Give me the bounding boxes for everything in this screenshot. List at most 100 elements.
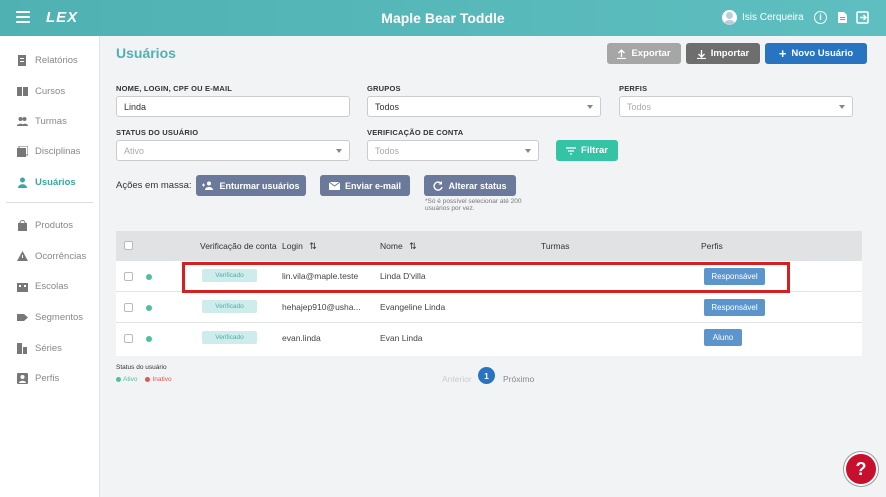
sidebar-item-label: Disciplinas [35,145,81,157]
add-group-icon [202,181,214,190]
groups-label: GRUPOS [367,84,401,93]
status-dot-active [146,336,152,342]
sidebar-item-produtos[interactable]: Produtos [17,218,73,232]
pagination-current-page[interactable]: 1 [478,367,495,384]
send-email-button[interactable]: Enviar e-mail [320,175,410,196]
chevron-down-icon [525,149,531,153]
info-icon[interactable]: i [814,11,827,24]
verification-badge: Verificado [202,331,257,344]
sidebar-item-turmas[interactable]: Turmas [17,114,67,128]
legend-title: Status do usuário [116,364,167,371]
name-cell: Evangeline Linda [380,302,446,312]
row-checkbox[interactable] [124,334,133,343]
select-all-checkbox[interactable] [124,241,133,250]
table-row[interactable]: Verificado hehajep910@usha... Evangeline… [116,292,862,323]
document-icon[interactable] [836,11,849,24]
series-icon [17,342,27,354]
legend-inactive: Inativo [145,376,172,383]
sort-icon[interactable]: ⇅ [309,241,317,251]
header-name[interactable]: Nome ⇅ [380,241,417,252]
sidebar-item-usuarios[interactable]: Usuários [17,175,76,189]
filter-icon [566,146,577,155]
new-user-label: Novo Usuário [791,48,854,59]
mass-actions-label: Ações em massa: [116,180,192,191]
plus-icon: + [778,45,787,61]
filter-label: Filtrar [581,145,608,156]
book-icon [17,86,28,96]
logout-icon[interactable] [856,11,869,24]
tag-icon [17,313,28,321]
verification-select[interactable]: Todos [367,140,539,161]
profiles-select[interactable]: Todos [619,96,853,117]
warning-icon [17,250,28,261]
enroll-users-button[interactable]: Enturmar usuários [196,175,306,196]
profile-badge[interactable]: Aluno [704,329,742,346]
header-profiles: Perfis [701,241,723,251]
search-label: NOME, LOGIN, CPF OU E-MAIL [116,84,233,93]
new-user-button[interactable]: + Novo Usuário [765,43,867,64]
status-label: STATUS DO USUÁRIO [116,128,199,137]
top-bar: LEX Maple Bear Toddle Isis Cerqueira i [0,0,886,36]
sidebar-item-label: Ocorrências [35,250,87,262]
inactive-dot [145,376,151,382]
sidebar-item-disciplinas[interactable]: Disciplinas [17,144,80,158]
groups-select[interactable]: Todos [367,96,601,117]
login-cell: hehajep910@usha... [282,302,361,312]
sidebar-item-label: Séries [35,342,62,354]
filter-button[interactable]: Filtrar [556,140,618,161]
sidebar-divider [6,202,93,203]
pagination-prev[interactable]: Anterior [442,374,472,384]
status-placeholder: Ativo [124,145,145,156]
status-select[interactable]: Ativo [116,140,350,161]
sidebar-item-perfis[interactable]: Perfis [17,371,59,385]
status-legend: Status do usuário Ativo Inativo [116,364,172,383]
import-label: Importar [710,48,750,59]
enroll-users-label: Enturmar usuários [219,180,300,191]
sidebar-item-escolas[interactable]: Escolas [17,279,68,293]
row-checkbox[interactable] [124,272,133,281]
groups-value: Todos [375,101,400,112]
pagination-next[interactable]: Próximo [503,374,534,384]
legend-active-label: Ativo [123,376,138,383]
import-button[interactable]: Importar [686,43,760,64]
sidebar-item-label: Relatórios [35,54,78,66]
sidebar-item-label: Escolas [35,280,69,292]
header-classes: Turmas [541,241,570,251]
header-login-label: Login [282,241,303,251]
sidebar-item-series[interactable]: Séries [17,341,62,355]
group-icon [17,116,28,126]
chevron-down-icon [336,149,342,153]
highlight-box [182,262,790,293]
user-menu[interactable]: Isis Cerqueira [722,10,804,25]
sidebar-item-label: Perfis [35,372,60,384]
sidebar-item-label: Turmas [35,115,67,127]
table-header: Verificação de conta Login ⇅ Nome ⇅ Turm… [116,231,862,261]
sidebar-item-segmentos[interactable]: Segmentos [17,310,83,324]
legend-active: Ativo [116,376,137,383]
sort-icon[interactable]: ⇅ [409,241,417,251]
avatar [722,10,737,25]
search-input[interactable]: Linda [116,96,350,117]
table-row[interactable]: Verificado evan.linda Evan Linda Aluno [116,323,862,354]
header-verification: Verificação de conta [200,241,277,251]
change-status-label: Alterar status [448,180,507,191]
page-title: Usuários [116,45,176,61]
verification-badge: Verificado [202,300,257,313]
upload-icon [617,48,627,59]
change-status-button[interactable]: Alterar status [424,175,516,196]
login-cell: evan.linda [282,333,321,343]
sidebar-item-ocorrencias[interactable]: Ocorrências [17,249,86,263]
export-button[interactable]: Exportar [607,43,681,64]
status-dot-active [146,274,152,280]
help-button[interactable]: ? [844,452,878,486]
row-checkbox[interactable] [124,303,133,312]
stack-icon [17,145,28,157]
header-login[interactable]: Login ⇅ [282,241,317,252]
status-dot-active [146,305,152,311]
sidebar: Relatórios Cursos Turmas Disciplinas Usu… [0,36,100,497]
sidebar-item-relatorios[interactable]: Relatórios [17,53,78,67]
sidebar-item-label: Usuários [35,176,76,188]
profile-badge[interactable]: Responsável [704,299,765,316]
profiles-label: PERFIS [619,84,648,93]
sidebar-item-cursos[interactable]: Cursos [17,84,65,98]
